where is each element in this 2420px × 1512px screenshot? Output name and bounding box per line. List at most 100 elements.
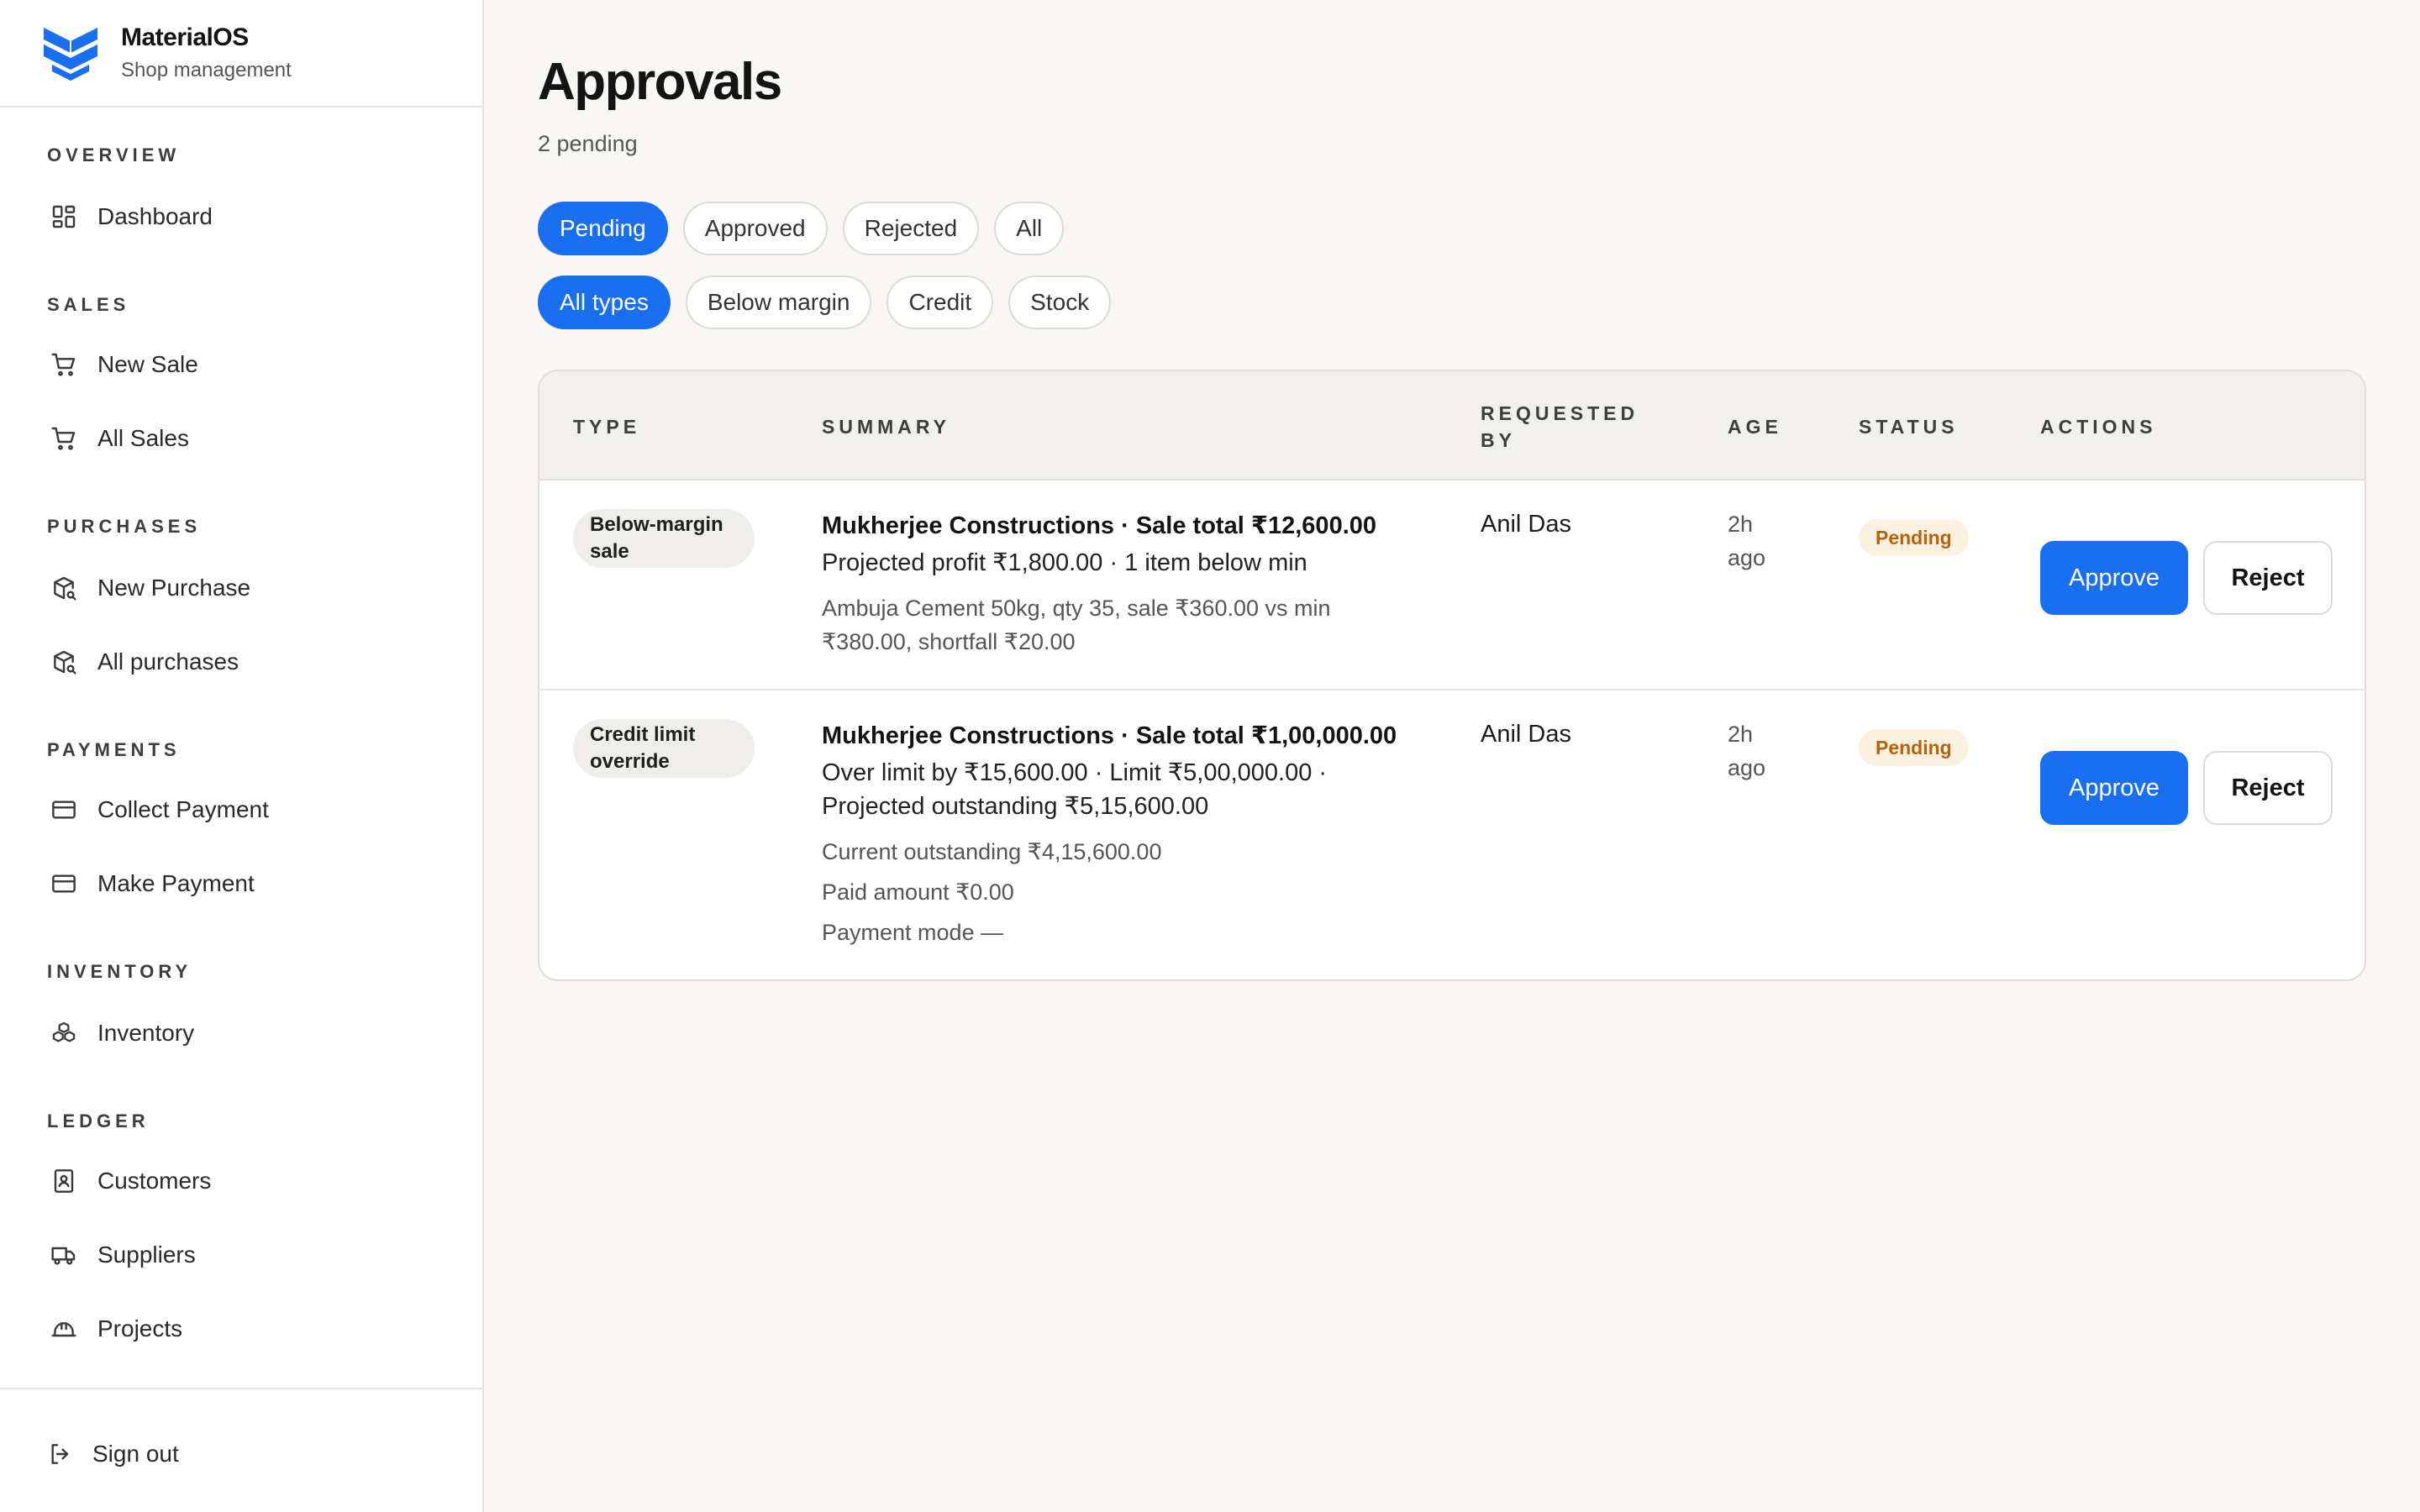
approve-button[interactable]: Approve: [2040, 751, 2188, 825]
brand-subtitle: Shop management: [121, 59, 292, 81]
age: 2h ago: [1728, 507, 1765, 575]
type-badge: Credit limit override: [573, 719, 755, 778]
cart-icon: [51, 427, 76, 450]
status-badge: Pending: [1859, 519, 1969, 556]
column-header-requested-by-line2: BY: [1481, 429, 1516, 451]
column-header-age: AGE: [1728, 416, 1782, 438]
brand-header: MaterialOS Shop management: [0, 0, 482, 108]
age-suffix: ago: [1728, 545, 1766, 570]
sidebar-item-label: Dashboard: [97, 203, 213, 229]
status-filter-group: Pending Approved Rejected All: [538, 202, 1065, 255]
summary-line: Over limit by ₹15,600.00 · Limit ₹5,00,0…: [822, 759, 1328, 786]
approve-button[interactable]: Approve: [2040, 541, 2188, 615]
column-header-actions: ACTIONS: [2040, 416, 2157, 438]
sidebar-footer: Sign out: [0, 1388, 482, 1512]
summary-detail: Paid amount ₹0.00: [822, 879, 1014, 905]
filter-chip-below-margin[interactable]: Below margin: [685, 276, 872, 329]
hard-hat-icon: [51, 1322, 76, 1337]
filter-chip-stock[interactable]: Stock: [1008, 276, 1112, 329]
truck-icon: [51, 1247, 76, 1265]
sidebar-item-label: Collect Payment: [97, 796, 269, 822]
age-suffix: ago: [1728, 755, 1766, 780]
sidebar-item-inventory[interactable]: Inventory: [37, 1003, 449, 1063]
sidebar-item-label: Inventory: [97, 1020, 195, 1046]
filter-chip-all[interactable]: All: [994, 202, 1065, 255]
table-header: TYPE SUMMARY REQUESTED BY AGE STATUS ACT…: [539, 371, 2365, 480]
sidebar-item-label: Projects: [97, 1315, 183, 1341]
sidebar-item-label: New Sale: [97, 351, 198, 377]
summary-title: Mukherjee Constructions · Sale total ₹12…: [822, 512, 1377, 539]
sidebar: MaterialOS Shop management OVERVIEW Dash…: [0, 0, 484, 1512]
sidebar-item-suppliers[interactable]: Suppliers: [37, 1225, 449, 1285]
approvals-table: TYPE SUMMARY REQUESTED BY AGE STATUS ACT…: [538, 370, 2366, 981]
sidebar-item-label: Suppliers: [97, 1242, 196, 1268]
pending-count: 2 pending: [538, 131, 638, 156]
summary-detail: Ambuja Cement 50kg, qty 35, sale ₹360.00…: [822, 596, 1331, 621]
sidebar-item-label: Make Payment: [97, 870, 255, 896]
section-label-payments: PAYMENTS: [47, 739, 181, 760]
brand-name: MaterialOS: [121, 24, 249, 51]
age-value: 2h: [1728, 512, 1754, 537]
summary-line: Projected profit ₹1,800.00 · 1 item belo…: [822, 549, 1307, 576]
summary-line: Projected outstanding ₹5,15,600.00: [822, 793, 1209, 820]
sidebar-item-label: Customers: [97, 1168, 212, 1194]
filter-chip-pending[interactable]: Pending: [538, 202, 668, 255]
status-badge: Pending: [1859, 729, 1969, 766]
reject-button[interactable]: Reject: [2203, 751, 2333, 825]
summary-detail: Current outstanding ₹4,15,600.00: [822, 839, 1162, 864]
sidebar-item-all-purchases[interactable]: All purchases: [37, 632, 449, 692]
type-badge-line2: override: [590, 750, 670, 773]
type-filter-group: All types Below margin Credit Stock: [538, 276, 1112, 329]
column-header-summary: SUMMARY: [822, 416, 950, 438]
reject-button[interactable]: Reject: [2203, 541, 2333, 615]
credit-card-icon: [52, 874, 76, 893]
dashboard-grid-icon: [52, 205, 76, 228]
sidebar-item-make-payment[interactable]: Make Payment: [37, 853, 449, 914]
type-badge: Below-margin sale: [573, 509, 755, 568]
requested-by: Anil Das: [1481, 511, 1571, 538]
age-value: 2h: [1728, 722, 1754, 747]
sidebar-item-label: All Sales: [97, 425, 189, 451]
section-label-ledger: LEDGER: [47, 1110, 150, 1131]
contact-book-icon: [54, 1169, 74, 1193]
sidebar-item-customers[interactable]: Customers: [37, 1151, 449, 1211]
credit-card-icon: [52, 801, 76, 819]
sidebar-item-new-sale[interactable]: New Sale: [37, 334, 449, 395]
age: 2h ago: [1728, 717, 1765, 785]
filter-chip-all-types[interactable]: All types: [538, 276, 671, 329]
sidebar-item-all-sales[interactable]: All Sales: [37, 408, 449, 469]
requested-by: Anil Das: [1481, 721, 1571, 748]
filter-chip-credit[interactable]: Credit: [886, 276, 994, 329]
table-row: Credit limit override Mukherjee Construc…: [539, 692, 2365, 979]
filter-chip-rejected[interactable]: Rejected: [842, 202, 980, 255]
section-label-purchases: PURCHASES: [47, 516, 202, 537]
column-header-requested-by-line1: REQUESTED: [1481, 402, 1639, 424]
sidebar-item-collect-payment[interactable]: Collect Payment: [37, 780, 449, 840]
type-badge-line2: sale: [590, 540, 629, 563]
sign-out-button[interactable]: Sign out: [34, 1433, 179, 1475]
materialos-logo-icon: [44, 28, 97, 81]
sidebar-item-label: All purchases: [97, 648, 239, 675]
cart-icon: [51, 353, 76, 376]
column-header-type: TYPE: [573, 416, 641, 438]
sidebar-item-dashboard[interactable]: Dashboard: [37, 186, 449, 247]
column-header-status: STATUS: [1859, 416, 1959, 438]
type-badge-line1: Credit limit: [590, 723, 696, 746]
summary-detail: Payment mode —: [822, 920, 1004, 945]
section-label-sales: SALES: [47, 294, 130, 315]
package-search-icon: [54, 650, 76, 675]
sidebar-item-new-purchase[interactable]: New Purchase: [37, 558, 449, 618]
package-search-icon: [54, 576, 76, 601]
section-label-inventory: INVENTORY: [47, 961, 192, 982]
boxes-icon: [52, 1021, 76, 1042]
sign-out-label: Sign out: [92, 1441, 179, 1467]
type-badge-line1: Below-margin: [590, 513, 723, 536]
sidebar-item-label: New Purchase: [97, 575, 251, 601]
page-title: Approvals: [538, 53, 782, 111]
filter-chip-approved[interactable]: Approved: [682, 202, 828, 255]
column-header-requested-by: REQUESTED BY: [1481, 400, 1639, 454]
sidebar-item-projects[interactable]: Projects: [37, 1299, 449, 1359]
summary-title: Mukherjee Constructions · Sale total ₹1,…: [822, 722, 1397, 749]
summary-detail: ₹380.00, shortfall ₹20.00: [822, 629, 1076, 654]
section-label-overview: OVERVIEW: [47, 144, 181, 165]
